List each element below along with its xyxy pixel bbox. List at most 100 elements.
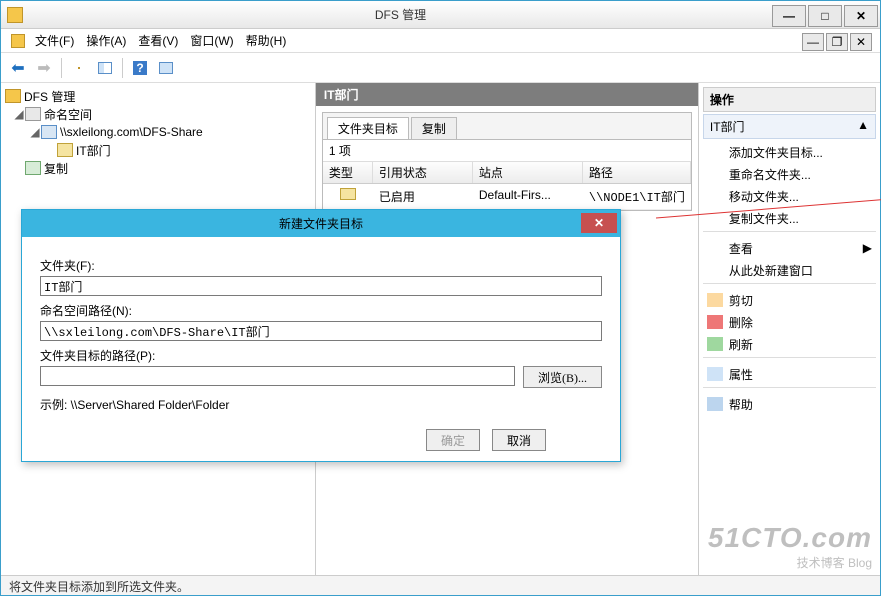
action-copy[interactable]: 复制文件夹... [703,207,876,229]
mdi-restore-button[interactable]: ❐ [826,33,848,51]
menubar-icon [11,34,25,48]
separator [703,231,876,235]
folder-field[interactable] [40,276,602,296]
cell-site: Default-Firs... [473,186,583,207]
tree-root[interactable]: DFS 管理 [5,87,311,105]
menu-action[interactable]: 操作(A) [86,32,126,49]
help-button[interactable]: ? [129,57,151,79]
menu-window[interactable]: 窗口(W) [190,32,233,49]
blank-icon [707,145,723,159]
tree-replication-label: 复制 [44,160,68,177]
tree-share[interactable]: ◢ \\sxleilong.com\DFS-Share [5,123,311,141]
example-text: 示例: \\Server\Shared Folder\Folder [40,396,602,413]
menu-file[interactable]: 文件(F) [35,32,74,49]
menu-view[interactable]: 查看(V) [138,32,178,49]
grid-header: 类型 引用状态 站点 路径 [323,161,691,184]
action-delete[interactable]: 删除 [703,311,876,333]
folder-icon [78,67,80,69]
dialog-close-button[interactable]: ✕ [581,213,617,233]
label-namespace-path: 命名空间路径(N): [40,302,602,319]
separator [703,283,876,287]
tree-namespace[interactable]: ◢ 命名空间 [5,105,311,123]
tabstrip: 文件夹目标 复制 [323,113,691,140]
minimize-button[interactable]: — [772,5,806,27]
forward-button[interactable]: ➡ [33,57,55,79]
menubar: 文件(F) 操作(A) 查看(V) 窗口(W) 帮助(H) — ❐ ✕ [1,29,880,53]
folder-icon [57,143,73,157]
cell-ref: 已启用 [373,186,473,207]
close-button[interactable]: ✕ [844,5,878,27]
window-title: DFS 管理 [29,6,772,23]
content-frame: 文件夹目标 复制 1 项 类型 引用状态 站点 路径 已启用 Default-F… [322,112,692,211]
blank-icon [707,263,723,277]
action-cut[interactable]: 剪切 [703,289,876,311]
tab-folder-target[interactable]: 文件夹目标 [327,117,409,139]
view-icon [159,62,173,74]
collapse-icon[interactable]: ◢ [13,107,25,121]
blank-icon [707,241,723,255]
forward-arrow-icon: ➡ [37,58,50,78]
dialog-title: 新建文件夹目标 [279,217,363,231]
toolbar: ⬅ ➡ ? [1,53,880,83]
browse-button[interactable]: 浏览(B)... [523,366,602,388]
tree-share-label: \\sxleilong.com\DFS-Share [60,125,203,139]
dialog-body: 文件夹(F): 命名空间路径(N): 文件夹目标的路径(P): 浏览(B)...… [22,237,620,461]
actions-section-label: IT部门 [710,118,745,135]
app-icon [7,7,23,23]
properties-icon [707,367,723,381]
table-row[interactable]: 已启用 Default-Firs... \\NODE1\IT部门 [323,184,691,210]
actions-section[interactable]: IT部门 ▲ [703,114,876,139]
back-arrow-icon: ⬅ [11,58,24,78]
delete-icon [707,315,723,329]
action-new-window[interactable]: 从此处新建窗口 [703,259,876,281]
up-button[interactable] [68,57,90,79]
tree-folder[interactable]: IT部门 [5,141,311,159]
tab-replication[interactable]: 复制 [411,117,457,139]
help-icon: ? [133,61,147,75]
col-site[interactable]: 站点 [473,162,583,183]
view-button[interactable] [155,57,177,79]
actions-pane: 操作 IT部门 ▲ 添加文件夹目标... 重命名文件夹... 移动文件夹... … [699,83,880,575]
cell-path: \\NODE1\IT部门 [583,186,691,207]
actions-list: 添加文件夹目标... 重命名文件夹... 移动文件夹... 复制文件夹... 查… [703,139,876,417]
panel-button[interactable] [94,57,116,79]
dfs-icon [5,89,21,103]
submenu-arrow-icon: ▶ [863,241,872,255]
target-path-field[interactable] [40,366,515,386]
target-icon [340,188,356,200]
cancel-button[interactable]: 取消 [492,429,546,451]
action-move[interactable]: 移动文件夹... [703,185,876,207]
action-refresh[interactable]: 刷新 [703,333,876,355]
tree-folder-label: IT部门 [76,142,111,159]
col-ref[interactable]: 引用状态 [373,162,473,183]
blank-icon [707,167,723,181]
menu-help[interactable]: 帮助(H) [246,32,287,49]
back-button[interactable]: ⬅ [7,57,29,79]
action-rename[interactable]: 重命名文件夹... [703,163,876,185]
replication-icon [25,161,41,175]
blank-icon [707,211,723,225]
namespace-path-field[interactable] [40,321,602,341]
mdi-minimize-button[interactable]: — [802,33,824,51]
item-count: 1 项 [323,140,691,161]
titlebar: DFS 管理 — □ ✕ [1,1,880,29]
tree-replication[interactable]: 复制 [5,159,311,177]
cut-icon [707,293,723,307]
action-properties[interactable]: 属性 [703,363,876,385]
ok-button[interactable]: 确定 [426,429,480,451]
separator [61,58,62,78]
action-add-target[interactable]: 添加文件夹目标... [703,141,876,163]
mdi-close-button[interactable]: ✕ [850,33,872,51]
collapse-icon[interactable]: ◢ [29,125,41,139]
maximize-button[interactable]: □ [808,5,842,27]
col-type[interactable]: 类型 [323,162,373,183]
col-path[interactable]: 路径 [583,162,691,183]
actions-header: 操作 [703,87,876,112]
panel-icon [98,62,112,74]
help-icon [707,397,723,411]
statusbar: 将文件夹目标添加到所选文件夹。 [1,575,880,595]
action-help[interactable]: 帮助 [703,393,876,415]
share-icon [41,125,57,139]
action-view[interactable]: 查看▶ [703,237,876,259]
tree-namespace-label: 命名空间 [44,106,92,123]
